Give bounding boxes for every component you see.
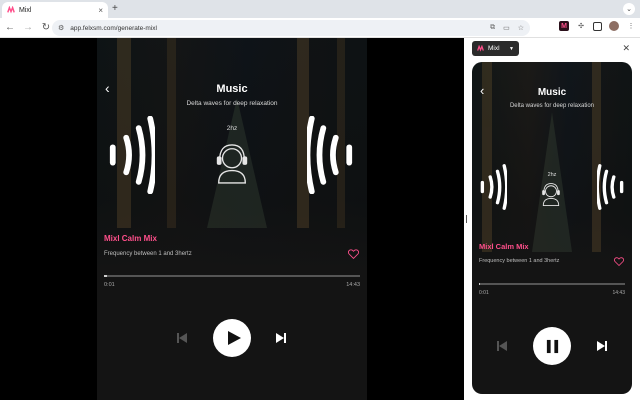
page-subtitle: Delta waves for deep relaxation	[509, 103, 595, 109]
sound-wave-left-icon	[109, 116, 155, 194]
forward-nav-icon[interactable]: →	[20, 20, 36, 36]
music-player: ‹ Music Delta waves for deep relaxation …	[97, 38, 367, 400]
profile-avatar-icon[interactable]	[609, 21, 619, 31]
tab-close-icon[interactable]: ×	[98, 6, 103, 15]
previous-track-icon[interactable]	[176, 332, 188, 344]
pause-icon	[546, 339, 558, 353]
sound-wave-right-icon	[307, 116, 353, 194]
open-in-app-icon[interactable]: ⧉	[490, 24, 495, 32]
side-music-player: ‹ Music Delta waves for deep relaxation …	[472, 62, 632, 394]
time-elapsed: 0:01	[104, 282, 115, 288]
mix-name: Mixl Calm Mix	[479, 242, 529, 251]
url-text: app.felxsm.com/generate-mixl	[70, 24, 157, 32]
page-title: Music	[537, 87, 567, 98]
headphone-person-icon	[216, 144, 248, 184]
main-page: ‹ Music Delta waves for deep relaxation …	[0, 38, 464, 400]
page-title: Music	[216, 83, 248, 95]
bookmark-star-icon[interactable]: ☆	[518, 24, 524, 32]
next-track-icon[interactable]	[275, 332, 287, 344]
favorite-heart-icon[interactable]	[348, 249, 359, 259]
progress-fill	[104, 275, 107, 277]
favorite-heart-icon[interactable]	[614, 257, 624, 266]
side-panel-selector[interactable]: Mixl ▼	[472, 41, 519, 56]
progress-track[interactable]	[104, 275, 360, 277]
sound-wave-right-icon	[597, 164, 624, 210]
progress-track[interactable]	[479, 283, 625, 285]
side-panel-toggle-icon[interactable]	[593, 21, 602, 31]
back-nav-icon[interactable]: ←	[2, 20, 18, 36]
browser-toolbar: ← → ↻ ⚙ app.felxsm.com/generate-mixl ⧉ ▭…	[0, 18, 640, 38]
side-panel: Mixl ▼ ✕ ‹ Music Delta waves for deep re…	[468, 38, 640, 400]
side-panel-label: Mixl	[488, 45, 500, 52]
mix-description: Frequency between 1 and 3hertz	[479, 258, 560, 264]
headphone-person-icon	[542, 183, 560, 206]
close-icon[interactable]: ✕	[622, 43, 630, 54]
previous-track-icon[interactable]	[496, 340, 508, 352]
new-tab-button[interactable]: +	[112, 3, 118, 14]
sound-wave-left-icon	[480, 164, 507, 210]
tab-title: Mixl	[19, 6, 32, 14]
time-total: 14:43	[346, 282, 360, 288]
mixl-logo-icon	[477, 45, 484, 52]
site-info-icon[interactable]: ⚙	[58, 24, 64, 32]
tab-search-button[interactable]: ⌄	[623, 3, 635, 15]
play-icon	[227, 331, 241, 345]
tab-strip: Mixl × + ⌄	[0, 0, 640, 18]
mix-name: Mixl Calm Mix	[104, 234, 157, 243]
play-button[interactable]	[213, 319, 251, 357]
time-total: 14:43	[612, 290, 625, 296]
tab-mixl[interactable]: Mixl ×	[2, 2, 108, 18]
mix-description: Frequency between 1 and 3hertz	[104, 251, 192, 257]
extensions-puzzle-icon[interactable]: ✣	[576, 21, 586, 31]
progress-fill	[479, 283, 481, 285]
chevron-down-icon: ▼	[509, 45, 514, 52]
cast-icon[interactable]: ▭	[503, 24, 510, 32]
time-elapsed: 0:01	[479, 290, 489, 296]
mixl-logo-icon	[7, 6, 15, 14]
mixl-extension-icon[interactable]: M	[559, 21, 569, 31]
more-menu-icon[interactable]: ⋮	[626, 21, 636, 31]
next-track-icon[interactable]	[596, 340, 608, 352]
page-subtitle: Delta waves for deep relaxation	[186, 100, 278, 107]
address-bar[interactable]: ⚙ app.felxsm.com/generate-mixl ⧉ ▭ ☆	[52, 20, 530, 36]
pause-button[interactable]	[533, 327, 571, 365]
